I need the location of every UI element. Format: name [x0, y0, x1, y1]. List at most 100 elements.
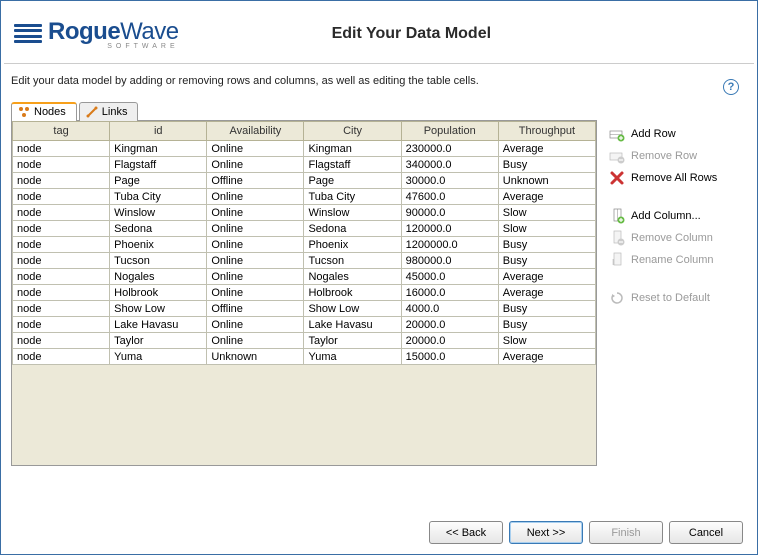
table-cell[interactable]: node [13, 285, 110, 301]
table-row[interactable]: nodeFlagstaffOnlineFlagstaff340000.0Busy [13, 157, 596, 173]
table-cell[interactable]: node [13, 253, 110, 269]
table-cell[interactable]: 15000.0 [401, 349, 498, 365]
tab-links[interactable]: Links [79, 102, 139, 121]
table-cell[interactable]: 120000.0 [401, 221, 498, 237]
table-cell[interactable]: Show Low [110, 301, 207, 317]
table-cell[interactable]: Winslow [304, 205, 401, 221]
table-cell[interactable]: Slow [498, 221, 595, 237]
column-header[interactable]: tag [13, 122, 110, 141]
table-cell[interactable]: 340000.0 [401, 157, 498, 173]
table-cell[interactable]: Page [304, 173, 401, 189]
back-button[interactable]: << Back [429, 521, 503, 544]
table-cell[interactable]: Flagstaff [110, 157, 207, 173]
table-cell[interactable]: Page [110, 173, 207, 189]
table-cell[interactable]: node [13, 269, 110, 285]
table-cell[interactable]: Holbrook [304, 285, 401, 301]
table-cell[interactable]: Average [498, 141, 595, 157]
table-row[interactable]: nodeTuba CityOnlineTuba City47600.0Avera… [13, 189, 596, 205]
table-cell[interactable]: node [13, 349, 110, 365]
cancel-button[interactable]: Cancel [669, 521, 743, 544]
table-row[interactable]: nodeSedonaOnlineSedona120000.0Slow [13, 221, 596, 237]
table-cell[interactable]: Online [207, 205, 304, 221]
table-row[interactable]: nodePhoenixOnlinePhoenix1200000.0Busy [13, 237, 596, 253]
table-cell[interactable]: Phoenix [304, 237, 401, 253]
table-cell[interactable]: 980000.0 [401, 253, 498, 269]
table-cell[interactable]: 47600.0 [401, 189, 498, 205]
table-row[interactable]: nodeTucsonOnlineTucson980000.0Busy [13, 253, 596, 269]
table-cell[interactable]: Online [207, 237, 304, 253]
table-cell[interactable]: Busy [498, 317, 595, 333]
table-cell[interactable]: 230000.0 [401, 141, 498, 157]
table-cell[interactable]: Taylor [304, 333, 401, 349]
table-cell[interactable]: Taylor [110, 333, 207, 349]
table-cell[interactable]: node [13, 333, 110, 349]
table-row[interactable]: nodeHolbrookOnlineHolbrook16000.0Average [13, 285, 596, 301]
table-cell[interactable]: Busy [498, 157, 595, 173]
table-cell[interactable]: Sedona [110, 221, 207, 237]
column-header[interactable]: Population [401, 122, 498, 141]
table-cell[interactable]: node [13, 205, 110, 221]
table-cell[interactable]: Lake Havasu [304, 317, 401, 333]
table-cell[interactable]: Tuba City [110, 189, 207, 205]
table-cell[interactable]: Phoenix [110, 237, 207, 253]
add-column-button[interactable]: Add Column... [607, 205, 747, 227]
tab-nodes[interactable]: Nodes [11, 102, 77, 121]
table-cell[interactable]: 16000.0 [401, 285, 498, 301]
table-cell[interactable]: Online [207, 141, 304, 157]
column-header[interactable]: City [304, 122, 401, 141]
table-cell[interactable]: Tucson [304, 253, 401, 269]
table-cell[interactable]: Online [207, 269, 304, 285]
table-cell[interactable]: Busy [498, 301, 595, 317]
table-cell[interactable]: 90000.0 [401, 205, 498, 221]
table-cell[interactable]: Online [207, 285, 304, 301]
add-row-button[interactable]: Add Row [607, 123, 747, 145]
table-cell[interactable]: Winslow [110, 205, 207, 221]
table-row[interactable]: nodePageOfflinePage30000.0Unknown [13, 173, 596, 189]
table-cell[interactable]: Kingman [110, 141, 207, 157]
table-cell[interactable]: node [13, 237, 110, 253]
table-cell[interactable]: Tucson [110, 253, 207, 269]
table-cell[interactable]: Online [207, 333, 304, 349]
table-row[interactable]: nodeWinslowOnlineWinslow90000.0Slow [13, 205, 596, 221]
table-cell[interactable]: Slow [498, 205, 595, 221]
table-cell[interactable]: 20000.0 [401, 333, 498, 349]
table-cell[interactable]: Yuma [110, 349, 207, 365]
table-cell[interactable]: Yuma [304, 349, 401, 365]
table-cell[interactable]: Online [207, 157, 304, 173]
table-cell[interactable]: Offline [207, 301, 304, 317]
table-cell[interactable]: 20000.0 [401, 317, 498, 333]
table-cell[interactable]: Nogales [304, 269, 401, 285]
table-cell[interactable]: node [13, 301, 110, 317]
table-cell[interactable]: Online [207, 221, 304, 237]
table-cell[interactable]: Busy [498, 237, 595, 253]
column-header[interactable]: Availability [207, 122, 304, 141]
table-cell[interactable]: Holbrook [110, 285, 207, 301]
table-row[interactable]: nodeTaylorOnlineTaylor20000.0Slow [13, 333, 596, 349]
table-cell[interactable]: 30000.0 [401, 173, 498, 189]
help-icon[interactable]: ? [723, 79, 739, 95]
table-cell[interactable]: Busy [498, 253, 595, 269]
table-cell[interactable]: Unknown [207, 349, 304, 365]
table-row[interactable]: nodeShow LowOfflineShow Low4000.0Busy [13, 301, 596, 317]
table-cell[interactable]: Tuba City [304, 189, 401, 205]
table-cell[interactable]: Unknown [498, 173, 595, 189]
table-cell[interactable]: 1200000.0 [401, 237, 498, 253]
table-cell[interactable]: Nogales [110, 269, 207, 285]
table-cell[interactable]: Offline [207, 173, 304, 189]
table-cell[interactable]: Average [498, 189, 595, 205]
table-cell[interactable]: Online [207, 253, 304, 269]
table-row[interactable]: nodeNogalesOnlineNogales45000.0Average [13, 269, 596, 285]
table-cell[interactable]: node [13, 189, 110, 205]
table-cell[interactable]: Sedona [304, 221, 401, 237]
table-row[interactable]: nodeKingmanOnlineKingman230000.0Average [13, 141, 596, 157]
column-header[interactable]: Throughput [498, 122, 595, 141]
table-row[interactable]: nodeYumaUnknownYuma15000.0Average [13, 349, 596, 365]
next-button[interactable]: Next >> [509, 521, 583, 544]
table-cell[interactable]: Slow [498, 333, 595, 349]
data-grid[interactable]: tagidAvailabilityCityPopulationThroughpu… [12, 121, 596, 365]
table-cell[interactable]: Show Low [304, 301, 401, 317]
table-cell[interactable]: Online [207, 189, 304, 205]
table-cell[interactable]: Kingman [304, 141, 401, 157]
table-cell[interactable]: node [13, 173, 110, 189]
column-header[interactable]: id [110, 122, 207, 141]
